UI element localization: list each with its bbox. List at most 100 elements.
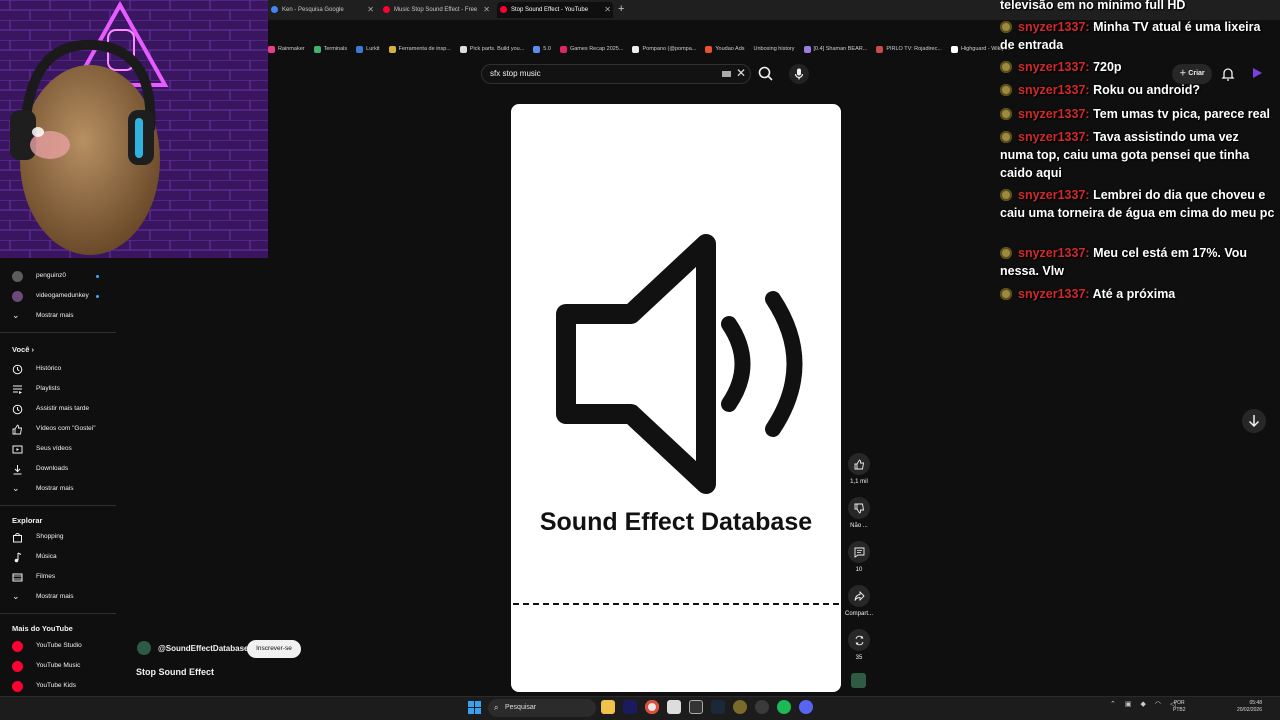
browser-tab[interactable]: Music Stop Sound Effect - Free ✕ (380, 2, 492, 18)
subscription-item[interactable]: videogamedunkey (12, 287, 116, 305)
bookmark-icon (876, 45, 884, 53)
history-icon (12, 364, 23, 375)
sidebar-item-downloads[interactable]: Downloads (12, 460, 116, 478)
next-video-button[interactable] (1242, 409, 1266, 433)
language-indicator[interactable]: POR PTB2 (1173, 700, 1186, 714)
taskbar-clock[interactable]: 05:48 20/02/2026 (1226, 700, 1262, 714)
notion-icon[interactable] (667, 700, 681, 714)
bookmark[interactable]: Pick parts. Build you... (459, 45, 524, 53)
bookmark[interactable]: Youdao Ads (705, 45, 745, 53)
voice-search-button[interactable] (789, 64, 809, 84)
windows-start-icon[interactable] (468, 701, 481, 714)
sub-badge-icon (1000, 247, 1012, 259)
show-more-subscriptions[interactable]: ⌄ Mostrar mais (12, 307, 116, 325)
dislike-button[interactable]: Não ... (844, 497, 874, 529)
sidebar-item-history[interactable]: Histórico (12, 360, 116, 378)
bookmark[interactable]: Terminals (313, 45, 347, 53)
spotify-icon[interactable] (777, 700, 791, 714)
chevron-down-icon: ⌄ (12, 591, 20, 601)
comment-count: 10 (855, 567, 863, 573)
close-tab-icon[interactable]: ✕ (483, 2, 490, 18)
channel-avatar[interactable] (137, 641, 151, 655)
subscription-item[interactable]: penguinz0 (12, 267, 116, 285)
remix-button[interactable]: 35 (844, 629, 874, 661)
tray-app-icon[interactable]: ▣ (1125, 700, 1132, 708)
sidebar-item-show-more[interactable]: ⌄ Mostrar mais (12, 480, 116, 498)
video-icon (12, 445, 23, 454)
sidebar-item-liked-videos[interactable]: Vídeos com "Gostei" (12, 420, 116, 438)
wifi-icon[interactable]: ◠ (1155, 700, 1161, 708)
microphone-icon (797, 68, 801, 76)
bookmark-icon (388, 45, 396, 53)
keyboard-icon[interactable] (722, 71, 731, 77)
chevron-down-icon: ⌄ (12, 483, 20, 493)
film-icon (12, 573, 23, 582)
bookmark[interactable]: Rainmaker (268, 45, 305, 53)
divider (0, 332, 116, 333)
chat-message: snyzer1337: Lembrei do dia que choveu e … (1000, 188, 1275, 220)
chrome-icon[interactable] (645, 700, 659, 714)
obs-icon[interactable] (689, 700, 703, 714)
new-content-dot (96, 275, 99, 278)
sidebar-item-shopping[interactable]: Shopping (12, 528, 116, 546)
section-heading-you[interactable]: Você › (12, 345, 34, 354)
like-button[interactable]: 1,1 mil (844, 453, 874, 485)
clock-icon (12, 404, 23, 415)
chat-message: snyzer1337: Até a próxima (1000, 285, 1275, 303)
bookmark[interactable]: PIRLO TV: Rojadirec... (876, 45, 942, 53)
browser-tab[interactable]: Ken - Pesquisa Google ✕ (268, 2, 376, 18)
youtube-music-icon (12, 661, 23, 672)
close-tab-icon[interactable]: ✕ (604, 2, 611, 18)
file-explorer-icon[interactable] (601, 700, 615, 714)
new-tab-button[interactable]: + (618, 3, 624, 15)
sidebar-item-watch-later[interactable]: Assistir mais tarde (12, 400, 116, 418)
sidebar-item-youtube-kids[interactable]: YouTube Kids (12, 677, 116, 695)
clear-search-icon[interactable]: ✕ (736, 66, 746, 80)
sidebar-item-your-videos[interactable]: Seus vídeos (12, 440, 116, 458)
sidebar-item-youtube-music[interactable]: YouTube Music (12, 657, 116, 675)
close-tab-icon[interactable]: ✕ (367, 2, 374, 18)
sidebar-item-playlists[interactable]: Playlists (12, 380, 116, 398)
bookmark[interactable]: Pompano (@pompa... (632, 45, 696, 53)
comments-button[interactable]: 10 (844, 541, 874, 573)
youtube-icon (500, 6, 507, 13)
tray-chevron-icon[interactable]: ⌃ (1110, 700, 1116, 708)
share-button[interactable]: Compart... (844, 585, 874, 617)
video-title[interactable]: Stop Sound Effect (136, 667, 214, 677)
subscribe-button[interactable]: Inscrever-se (247, 640, 301, 658)
sound-thumbnail[interactable] (851, 673, 866, 688)
share-icon (854, 590, 865, 601)
sidebar-item-music[interactable]: Música (12, 548, 116, 566)
bookmark[interactable]: Ferramenta de insp... (388, 45, 451, 53)
bookmark-icon (533, 45, 541, 53)
tab-label: Music Stop Sound Effect - Free (394, 7, 478, 13)
app-icon[interactable] (755, 700, 769, 714)
bookmark[interactable]: Games Recap 2025... (559, 45, 623, 53)
channel-name[interactable]: @SoundEffectDatabase (158, 644, 248, 653)
taskbar-search[interactable]: ⌕ Pesquisar (488, 699, 596, 717)
sidebar-item-movies[interactable]: Filmes (12, 568, 116, 586)
sidebar-item-show-more[interactable]: ⌄ Mostrar mais (12, 588, 116, 606)
search-button[interactable] (756, 64, 776, 84)
steam-icon[interactable] (711, 700, 725, 714)
discord-icon[interactable] (799, 700, 813, 714)
tray-app-icon[interactable]: ◆ (1141, 700, 1146, 708)
premiere-icon[interactable] (623, 700, 637, 714)
remix-count: 35 (855, 655, 863, 661)
chat-message: snyzer1337: Minha TV atual é uma lixeira… (1000, 20, 1261, 52)
section-heading-explore: Explorar (12, 516, 43, 525)
chat-message: snyzer1337: Tava assistindo uma vez numa… (1000, 130, 1250, 180)
sub-badge-icon (1000, 84, 1012, 96)
bookmark[interactable]: Unboxing history (754, 46, 795, 52)
sidebar-item-youtube-studio[interactable]: YouTube Studio (12, 637, 116, 655)
sub-badge-icon (1000, 189, 1012, 201)
search-input[interactable]: sfx stop music (481, 64, 751, 84)
bookmark[interactable]: 5.0 (533, 45, 551, 53)
dislike-label: Não ... (850, 523, 868, 529)
wikipedia-icon (950, 45, 958, 53)
bookmark-icon (459, 45, 467, 53)
app-icon[interactable] (733, 700, 747, 714)
browser-tab-active[interactable]: Stop Sound Effect - YouTube ✕ (497, 2, 613, 18)
bookmark[interactable]: [0.4] Shaman BEAR... (803, 45, 867, 53)
bookmark[interactable]: Lurkit (356, 45, 380, 53)
